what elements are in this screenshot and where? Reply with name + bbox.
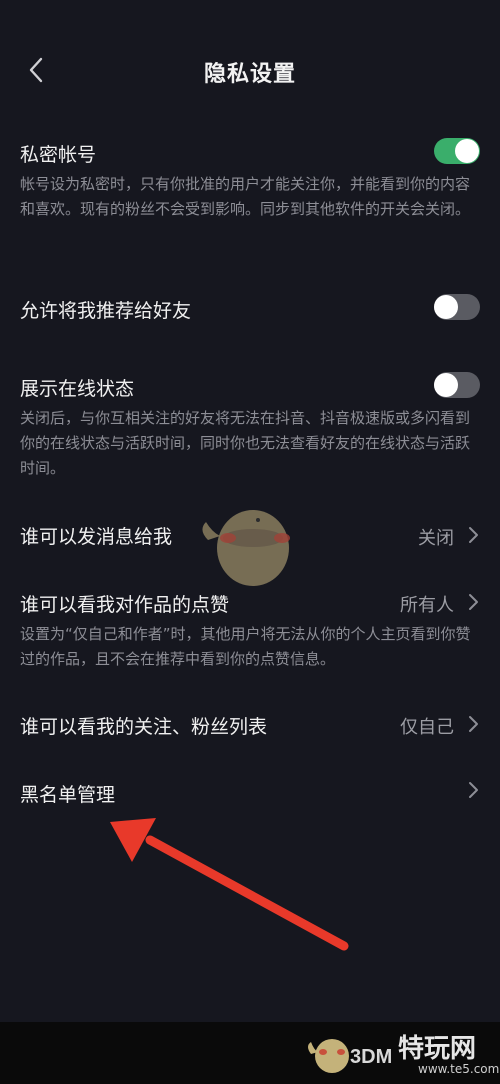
setting-label: 谁可以看我对作品的点赞	[20, 594, 230, 616]
setting-private-account: 私密帐号 帐号设为私密时，只有你批准的用户才能关注你，并能看到你的内容和喜欢。现…	[0, 130, 500, 250]
chevron-right-icon	[469, 782, 478, 798]
watermark-site: 3DM	[350, 1046, 393, 1068]
watermark-url: www.te5.com	[418, 1062, 500, 1076]
setting-online-status: 展示在线状态 关闭后，与你互相关注的好友将无法在抖音、抖音极速版或多闪看到你的在…	[0, 364, 500, 484]
setting-label: 私密帐号	[20, 144, 97, 166]
setting-label: 展示在线状态	[20, 378, 135, 400]
recommend-toggle[interactable]	[434, 294, 480, 320]
toggle-knob	[434, 295, 458, 319]
setting-label: 谁可以看我的关注、粉丝列表	[20, 716, 268, 738]
chevron-right-icon	[469, 527, 478, 543]
private-account-toggle[interactable]	[434, 138, 480, 164]
setting-label: 谁可以发消息给我	[20, 526, 173, 548]
setting-description: 关闭后，与你互相关注的好友将无法在抖音、抖音极速版或多闪看到你的在线状态与活跃时…	[20, 409, 471, 477]
setting-description: 帐号设为私密时，只有你批准的用户才能关注你，并能看到你的内容和喜欢。现有的粉丝不…	[20, 175, 471, 218]
top-bar: 隐私设置	[0, 0, 500, 140]
setting-recommend-to-friends[interactable]: 允许将我推荐给好友	[0, 286, 500, 336]
online-status-toggle[interactable]	[434, 372, 480, 398]
watermark-logo-icon	[308, 1039, 349, 1073]
setting-value: 仅自己	[400, 717, 454, 738]
setting-who-can-see-follow-list[interactable]: 谁可以看我的关注、粉丝列表 仅自己	[0, 702, 500, 752]
setting-blacklist[interactable]: 黑名单管理	[0, 770, 500, 820]
toggle-knob	[434, 373, 458, 397]
setting-value: 关闭	[418, 528, 454, 549]
setting-description: 设置为“仅自己和作者”时，其他用户将无法从你的个人主页看到你赞过的作品，且不会在…	[20, 625, 471, 668]
setting-label: 黑名单管理	[20, 784, 116, 806]
setting-who-can-see-likes[interactable]: 谁可以看我对作品的点赞 所有人 设置为“仅自己和作者”时，其他用户将无法从你的个…	[0, 578, 500, 678]
setting-label: 允许将我推荐给好友	[20, 300, 192, 322]
page-title: 隐私设置	[203, 62, 296, 87]
chevron-right-icon	[469, 594, 478, 610]
chevron-right-icon	[469, 716, 478, 732]
watermark-brand: 特玩网	[398, 1034, 477, 1064]
watermark-mascot-icon	[202, 510, 290, 586]
setting-value: 所有人	[400, 595, 454, 616]
toggle-knob	[455, 139, 479, 163]
